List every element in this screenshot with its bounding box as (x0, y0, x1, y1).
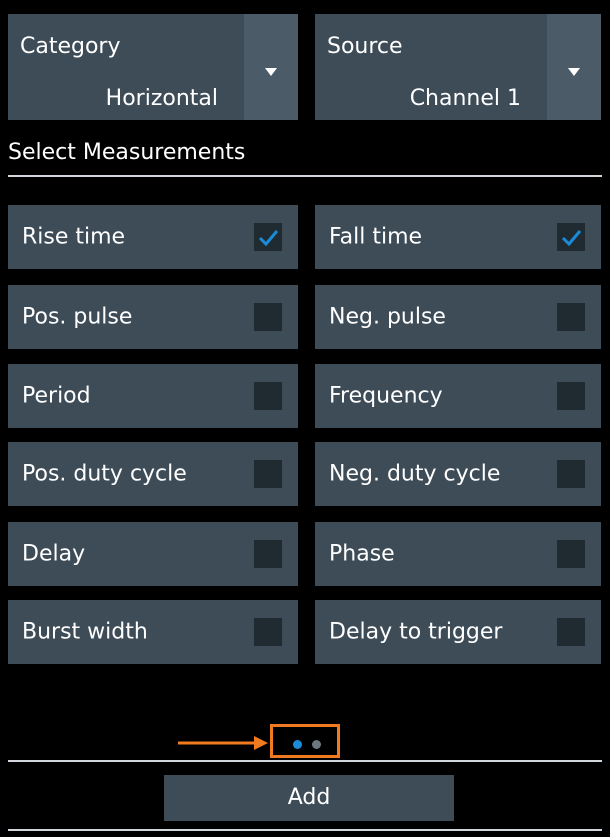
category-dropdown[interactable]: Category Horizontal (8, 14, 298, 120)
source-value: Channel 1 (409, 86, 521, 111)
check-icon (561, 230, 582, 247)
measurement-pos-pulse[interactable]: Pos. pulse (8, 285, 298, 349)
pagination-indicator (270, 724, 340, 758)
chevron-down-icon (568, 68, 580, 76)
chevron-down-icon (265, 68, 277, 76)
measurement-rise-time[interactable]: Rise time (8, 205, 298, 269)
checkbox[interactable] (557, 540, 585, 568)
checkbox[interactable] (254, 303, 282, 331)
measurement-fall-time[interactable]: Fall time (315, 205, 601, 269)
divider-footer (8, 829, 602, 831)
measurement-delay[interactable]: Delay (8, 522, 298, 586)
measurement-label: Pos. duty cycle (22, 461, 187, 487)
checkbox[interactable] (557, 382, 585, 410)
measurement-label: Frequency (329, 383, 443, 409)
source-dropdown-button[interactable] (547, 14, 601, 120)
measurement-label: Neg. duty cycle (329, 461, 501, 487)
source-dropdown[interactable]: Source Channel 1 (315, 14, 601, 120)
category-value: Horizontal (105, 86, 218, 111)
divider-bottom (8, 760, 602, 762)
page-dot[interactable] (312, 740, 321, 749)
measurement-neg-pulse[interactable]: Neg. pulse (315, 285, 601, 349)
measurement-label: Delay to trigger (329, 619, 503, 645)
source-label: Source (327, 34, 403, 59)
check-icon (258, 230, 279, 247)
measurement-burst-width[interactable]: Burst width (8, 600, 298, 664)
checkbox[interactable] (254, 540, 282, 568)
measurement-label: Rise time (22, 224, 126, 250)
measurement-label: Period (22, 383, 91, 409)
measurement-delay-to-trigger[interactable]: Delay to trigger (315, 600, 601, 664)
measurement-frequency[interactable]: Frequency (315, 364, 601, 428)
measurement-phase[interactable]: Phase (315, 522, 601, 586)
measurement-label: Burst width (22, 619, 148, 645)
category-dropdown-button[interactable] (244, 14, 298, 120)
measurement-period[interactable]: Period (8, 364, 298, 428)
checkbox[interactable] (557, 618, 585, 646)
checkbox[interactable] (254, 382, 282, 410)
measurement-label: Phase (329, 541, 395, 567)
arrow-icon (178, 736, 268, 750)
checkbox[interactable] (557, 223, 585, 251)
checkbox[interactable] (557, 303, 585, 331)
add-button[interactable]: Add (164, 775, 454, 821)
checkbox[interactable] (254, 618, 282, 646)
checkbox[interactable] (254, 223, 282, 251)
measurement-label: Delay (22, 541, 86, 567)
measurement-label: Neg. pulse (329, 304, 446, 330)
category-label: Category (20, 34, 121, 59)
measurement-dialog: Category Horizontal Source Channel 1 Sel… (0, 0, 610, 837)
measurement-label: Pos. pulse (22, 304, 133, 330)
measurement-pos-duty-cycle[interactable]: Pos. duty cycle (8, 442, 298, 506)
checkbox[interactable] (254, 460, 282, 488)
checkbox[interactable] (557, 460, 585, 488)
section-title: Select Measurements (8, 140, 246, 165)
page-dot-active[interactable] (293, 740, 302, 749)
measurement-neg-duty-cycle[interactable]: Neg. duty cycle (315, 442, 601, 506)
divider-top (8, 175, 602, 177)
measurement-label: Fall time (329, 224, 423, 250)
